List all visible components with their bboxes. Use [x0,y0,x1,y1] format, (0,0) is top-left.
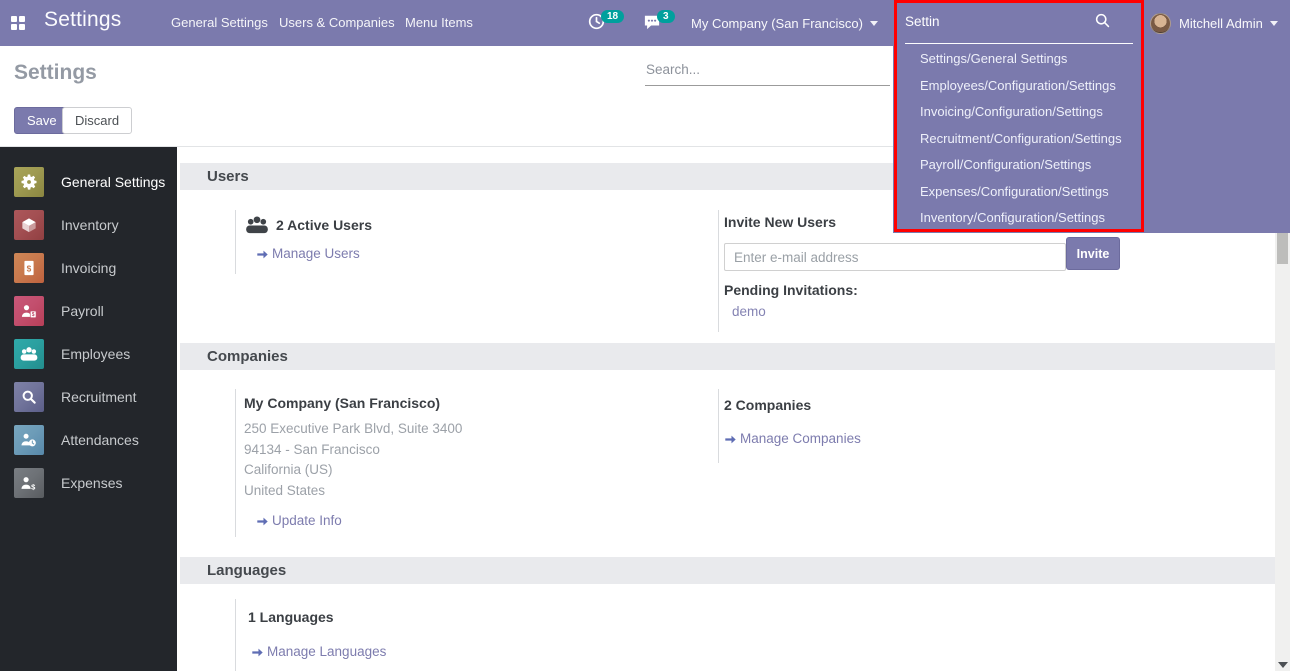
search-icon[interactable] [1094,12,1111,32]
recruitment-icon [14,382,44,412]
company-switcher-label: My Company (San Francisco) [691,16,863,31]
pending-user-link[interactable]: demo [732,304,766,319]
company-address-line: 94134 - San Francisco [244,440,462,461]
manage-languages-link[interactable]: Manage Languages [267,644,386,659]
sidebar-item-label: Employees [61,346,130,362]
attendance-icon [14,425,44,455]
company-address-line: United States [244,481,462,502]
app-brand-title: Settings [44,8,121,32]
pending-invitations-title: Pending Invitations: [724,282,858,298]
section-header-companies: Companies [180,343,1275,370]
messages-menu-button[interactable]: 3 [643,0,675,46]
languages-count: 1 Languages [248,609,334,625]
svg-text:$: $ [32,312,35,318]
user-menu[interactable]: Mitchell Admin [1150,0,1278,46]
gear-icon [14,167,44,197]
sidebar-item[interactable]: $ Payroll [0,289,177,332]
search-result-item[interactable]: Inventory/Configuration/Settings [893,205,1290,232]
sidebar-item[interactable]: Recruitment [0,375,177,418]
activity-menu-button[interactable]: 18 [588,0,624,46]
message-count-badge: 3 [657,10,675,23]
companies-count-block: 2 Companies Manage Companies [718,389,1018,463]
sidebar-item[interactable]: General Settings [0,160,177,203]
update-info-link[interactable]: Update Info [272,513,342,528]
nav-menu-users-companies[interactable]: Users & Companies [279,0,395,46]
manage-companies-link[interactable]: Manage Companies [740,431,861,446]
manage-users-link[interactable]: Manage Users [272,246,360,261]
sidebar-item-label: Attendances [61,432,139,448]
arrow-right-icon [256,248,269,263]
company-name: My Company (San Francisco) [244,395,440,411]
active-users-block: 2 Active Users Manage Users [235,210,655,274]
sidebar-item[interactable]: $ Invoicing [0,246,177,289]
search-result-item[interactable]: Invoicing/Configuration/Settings [893,99,1290,126]
scrollbar-thumb[interactable] [1277,232,1288,264]
search-result-item[interactable]: Expenses/Configuration/Settings [893,179,1290,206]
payroll-icon: $ [14,296,44,326]
section-header-languages: Languages [180,557,1275,584]
avatar [1150,13,1171,34]
menu-search-results-panel: Settings/General Settings Employees/Conf… [893,46,1290,233]
sidebar-item[interactable]: Attendances [0,418,177,461]
invite-title: Invite New Users [724,214,836,230]
arrow-right-icon [724,433,737,448]
active-users-count: 2 Active Users [276,217,372,233]
page-title: Settings [14,61,97,85]
arrow-right-icon [256,515,269,530]
sidebar-item[interactable]: Inventory [0,203,177,246]
activity-count-badge: 18 [601,10,624,23]
sidebar-item-label: General Settings [61,174,165,190]
invite-button[interactable]: Invite [1066,237,1120,270]
sidebar-item-label: Recruitment [61,389,136,405]
search-result-item[interactable]: Employees/Configuration/Settings [893,73,1290,100]
discard-button[interactable]: Discard [62,107,132,134]
search-result-item[interactable]: Settings/General Settings [893,46,1290,73]
languages-block: 1 Languages Manage Languages [235,599,535,671]
invoice-icon: $ [14,253,44,283]
sidebar-item-label: Expenses [61,475,122,491]
box-icon [14,210,44,240]
apps-grid-icon[interactable] [11,16,25,30]
settings-sidebar: General Settings Inventory $ Invoicing $… [0,147,177,671]
sidebar-item-label: Inventory [61,217,119,233]
user-name-label: Mitchell Admin [1179,16,1263,31]
svg-text:$: $ [31,482,36,491]
company-address-line: California (US) [244,460,462,481]
nav-menu-menu-items[interactable]: Menu Items [405,0,473,46]
menu-search-box [905,0,1135,44]
company-address: 250 Executive Park Blvd, Suite 340094134… [244,419,462,501]
record-search-input[interactable] [645,58,890,86]
search-result-item[interactable]: Payroll/Configuration/Settings [893,152,1290,179]
users-group-icon [244,213,270,240]
chevron-down-icon [870,21,878,26]
search-underline [905,43,1133,44]
employees-icon [14,339,44,369]
arrow-right-icon [251,646,264,661]
companies-count: 2 Companies [724,397,811,413]
chevron-down-icon [1270,21,1278,26]
sidebar-item-label: Payroll [61,303,104,319]
email-field[interactable] [724,243,1066,271]
sidebar-item[interactable]: $ Expenses [0,461,177,504]
scroll-down-arrow-icon[interactable] [1278,662,1288,668]
company-info-block: My Company (San Francisco) 250 Executive… [235,389,675,537]
sidebar-item-label: Invoicing [61,260,116,276]
sidebar-item[interactable]: Employees [0,332,177,375]
record-search-box [645,58,890,86]
search-result-item[interactable]: Recruitment/Configuration/Settings [893,126,1290,153]
svg-text:$: $ [27,263,32,273]
nav-menu-general-settings[interactable]: General Settings [171,0,268,46]
expenses-icon: $ [14,468,44,498]
company-address-line: 250 Executive Park Blvd, Suite 3400 [244,419,462,440]
company-switcher[interactable]: My Company (San Francisco) [691,0,878,46]
